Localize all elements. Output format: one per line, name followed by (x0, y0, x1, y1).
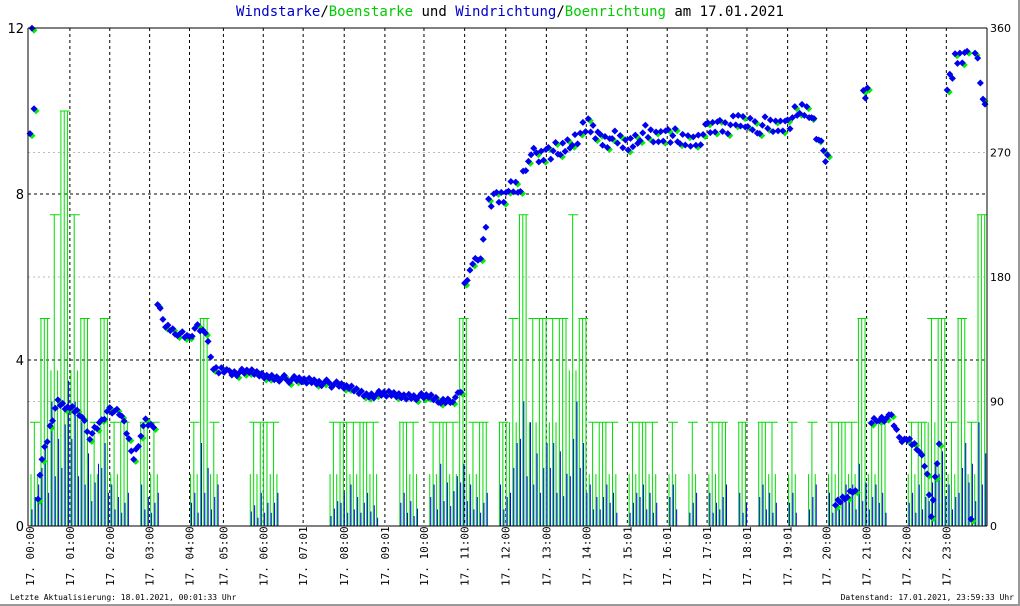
y-left-tick-label: 0 (16, 520, 24, 535)
direction-point (571, 131, 579, 139)
x-tick-label: 17. 09:01 (379, 526, 392, 586)
y-right-tick-label: 90 (990, 396, 1004, 409)
x-tick-label: 17. 22:00 (900, 526, 913, 586)
x-tick-label: 17. 06:00 (257, 526, 270, 586)
direction-point (641, 121, 649, 129)
direction-point (159, 315, 167, 323)
y-right-tick-label: 180 (990, 271, 1011, 284)
direction-point (758, 121, 766, 129)
y-left-tick-label: 8 (16, 188, 24, 203)
direction-point (204, 337, 212, 345)
x-tick-label: 17. 07:01 (297, 526, 310, 586)
direction-point (761, 113, 769, 121)
last-update-text: Letzte Aktualisierung: 18.01.2021, 00:01… (10, 593, 237, 602)
x-tick-label: 17. 00:00 (24, 526, 37, 586)
x-tick-label: 17. 19:01 (782, 526, 795, 586)
x-tick-label: 17. 20:00 (821, 526, 834, 586)
direction-point (482, 223, 490, 231)
direction-point (687, 142, 695, 150)
direction-point (976, 79, 984, 87)
x-tick-label: 17. 14:00 (580, 526, 593, 586)
x-tick-label: 17. 01:00 (64, 526, 77, 586)
x-tick-label: 17. 13:00 (540, 526, 553, 586)
x-tick-label: 17. 15:01 (621, 526, 634, 586)
x-tick-label: 17. 17:01 (701, 526, 714, 586)
data-state-text: Datenstand: 17.01.2021, 23:59:33 Uhr (840, 593, 1014, 602)
x-tick-label: 17. 21:00 (861, 526, 874, 586)
direction-point (466, 266, 474, 274)
direction-point (679, 130, 687, 138)
x-tick-label: 17. 18:01 (741, 526, 754, 586)
x-tick-label: 17. 11:00 (459, 526, 472, 586)
y-right-tick-label: 270 (990, 147, 1011, 160)
x-tick-label: 17. 02:00 (104, 526, 117, 586)
direction-point (611, 127, 619, 135)
y-left-tick-label: 4 (16, 354, 24, 369)
y-left-tick-label: 12 (7, 22, 24, 37)
x-tick-label: 17. 16:01 (661, 526, 674, 586)
x-tick-label: 17. 12:00 (500, 526, 513, 586)
direction-point (587, 128, 595, 136)
x-tick-label: 17. 04:00 (184, 526, 197, 586)
direction-point (766, 116, 774, 124)
y-right-tick-label: 0 (990, 520, 997, 533)
direction-point (666, 139, 674, 147)
direction-point (207, 353, 215, 361)
direction-point (639, 129, 647, 137)
x-tick-label: 17. 08:00 (338, 526, 351, 586)
wind-chart: 17. 00:00 17. 01:00 17. 02:00 17. 03:00 17. … (7, 22, 1011, 586)
y-right-tick-label: 360 (990, 22, 1011, 35)
direction-point (861, 94, 869, 102)
x-tick-label: 17. 05:00 (217, 526, 230, 586)
direction-point (487, 202, 495, 210)
direction-point (921, 462, 929, 470)
direction-point (579, 118, 587, 126)
x-tick-label: 17. 23:00 (940, 526, 953, 586)
direction-point (822, 158, 830, 166)
x-tick-label: 17. 10:00 (418, 526, 431, 586)
x-tick-label: 17. 03:00 (144, 526, 157, 586)
direction-point (479, 235, 487, 243)
